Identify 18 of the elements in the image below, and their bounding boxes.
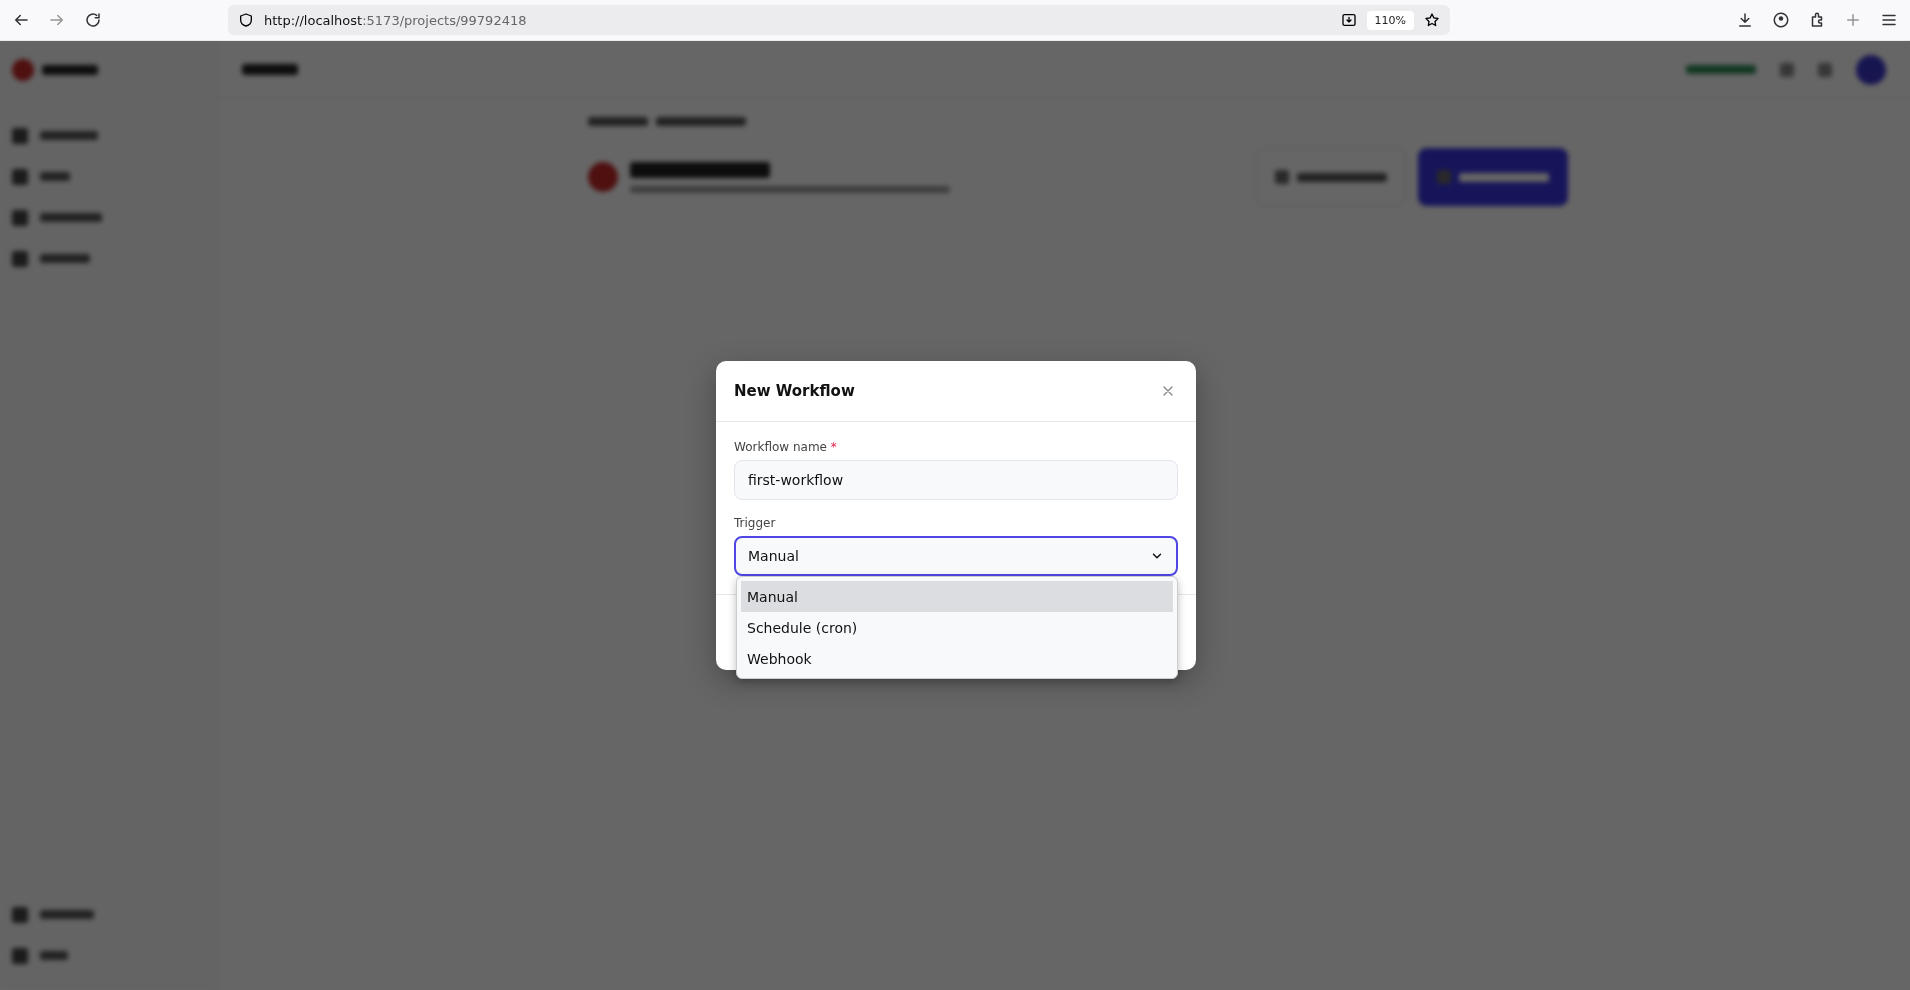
download-icon — [1736, 11, 1754, 29]
field-label: Workflow name * — [734, 440, 838, 454]
dropdown-option[interactable]: Webhook — [741, 643, 1173, 674]
name-field[interactable]: first-workflow — [734, 460, 1178, 500]
reload-icon — [84, 11, 102, 29]
trigger-select[interactable]: Manual — [734, 536, 1178, 576]
star-icon — [1424, 12, 1440, 28]
shield-icon — [238, 12, 254, 28]
dropdown-option[interactable]: Manual — [741, 581, 1173, 612]
dialog-title: New Workflow — [734, 382, 855, 400]
url-text: http://localhost:5173/projects/99792418 — [264, 12, 528, 28]
dropdown-option[interactable]: Schedule (cron) — [741, 612, 1173, 643]
download-page-icon — [1340, 12, 1357, 28]
account-icon — [1772, 11, 1790, 29]
zoom-level[interactable]: 110% — [1366, 10, 1414, 30]
field-label: Trigger — [734, 516, 777, 530]
plus-icon — [1844, 11, 1862, 29]
address-bar[interactable]: http://localhost:5173/projects/99792418 110% — [228, 5, 1450, 35]
